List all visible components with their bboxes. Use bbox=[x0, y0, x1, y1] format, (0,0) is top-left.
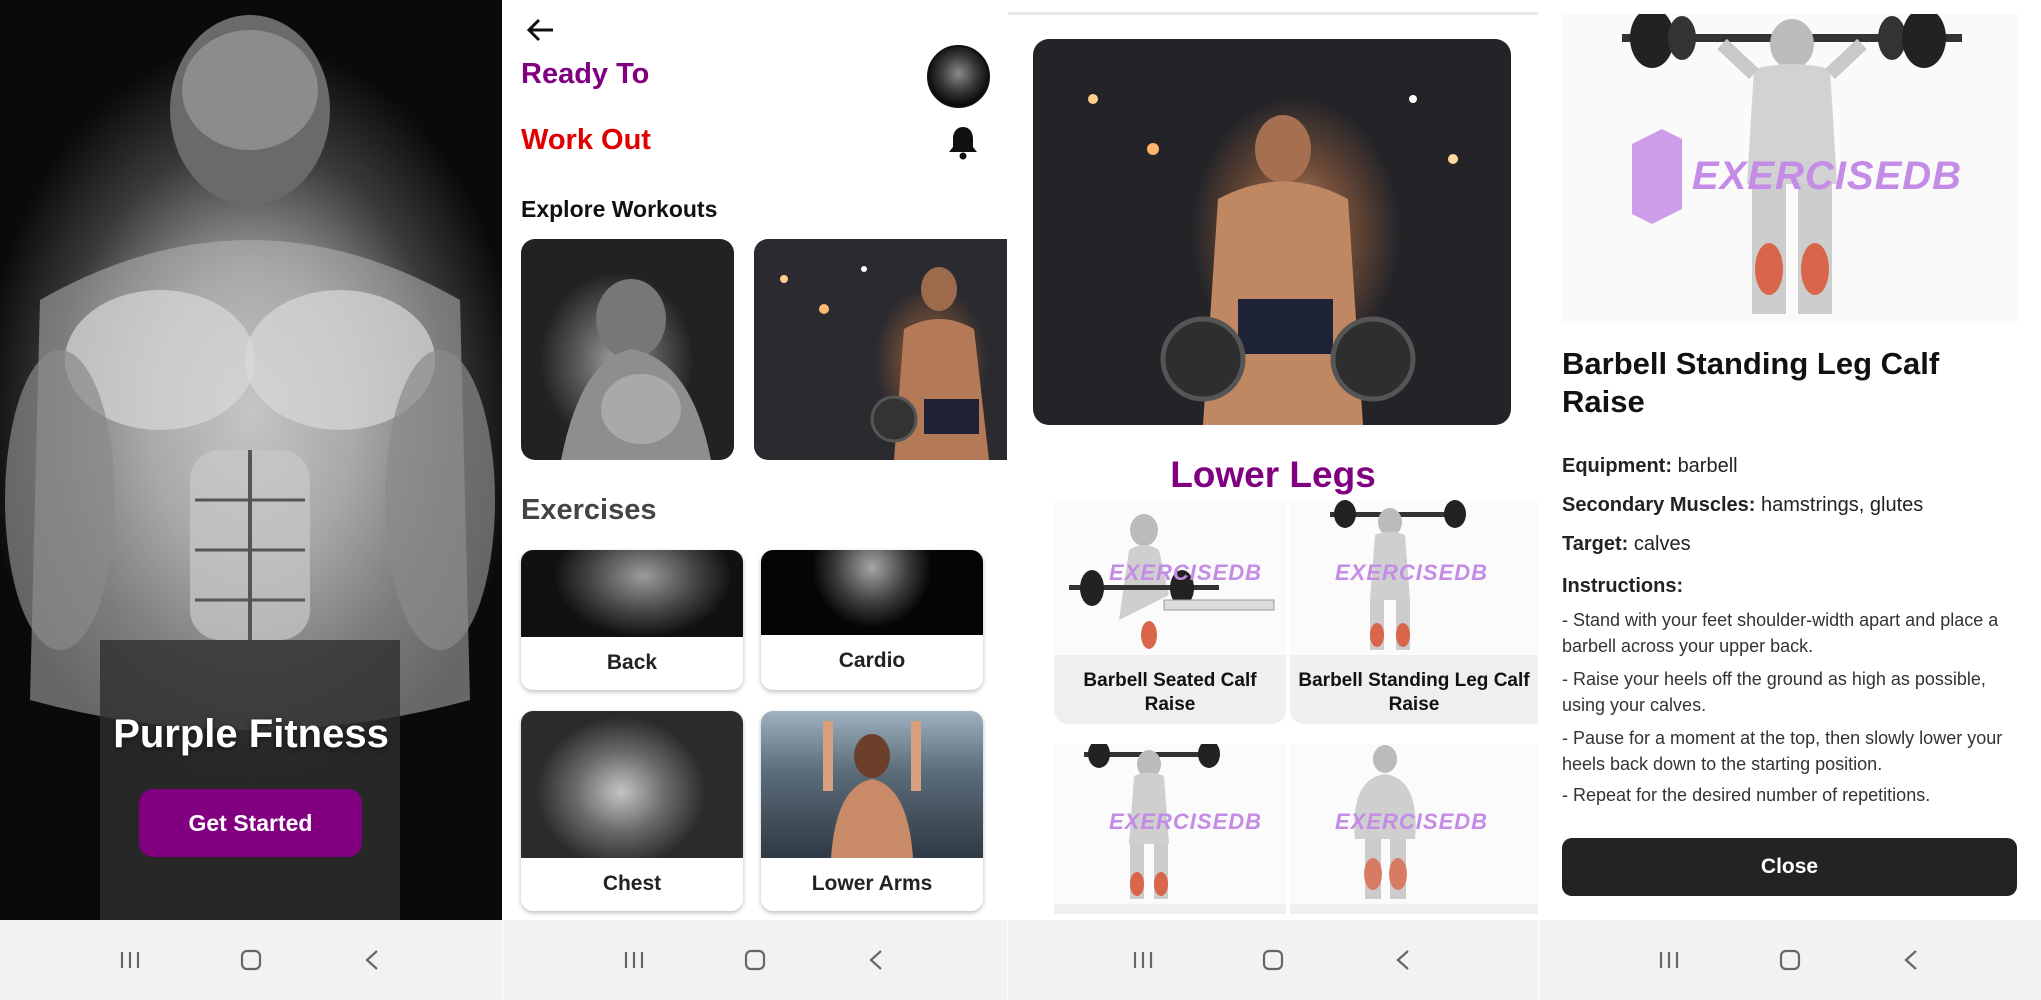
get-started-button[interactable]: Get Started bbox=[139, 789, 362, 857]
category-card[interactable]: Chest bbox=[521, 711, 743, 911]
category-title: Lower Legs bbox=[1170, 454, 1376, 495]
secondary-muscles-value: hamstrings, glutes bbox=[1760, 494, 1924, 516]
exercisedb-watermark: EXERCISEDB bbox=[1335, 560, 1489, 585]
equipment-value: barbell bbox=[1677, 455, 1738, 477]
home-screen: Ready To Work Out Explore Workouts Exerc… bbox=[503, 0, 1007, 1000]
exercise-image: EXERCISEDB bbox=[1054, 500, 1286, 655]
greeting-line1: Ready To bbox=[521, 58, 650, 90]
category-label: Chest bbox=[602, 872, 662, 895]
category-card[interactable]: Cardio bbox=[761, 550, 983, 690]
back-icon[interactable] bbox=[1383, 940, 1423, 980]
avatar[interactable] bbox=[927, 45, 990, 108]
exercisedb-watermark: EXERCISEDB bbox=[1335, 809, 1489, 834]
equipment-label: Equipment: bbox=[1562, 455, 1672, 477]
notification-bell-icon[interactable] bbox=[946, 124, 980, 160]
exercises-title: Exercises bbox=[521, 494, 657, 526]
exercise-image: EXERCISEDB bbox=[1054, 744, 1286, 904]
splash-screen: Purple Fitness Get Started bbox=[0, 0, 502, 1000]
category-card[interactable]: Lower Arms bbox=[761, 711, 983, 911]
explore-workouts-title: Explore Workouts bbox=[521, 196, 718, 222]
divider bbox=[1008, 12, 1538, 15]
instructions-heading: Instructions: bbox=[1562, 575, 1684, 597]
exercise-name: Barbell Seated Calf Raise bbox=[1083, 670, 1257, 715]
category-detail-screen: Lower Legs EXERCISEDB Barbell Seated Cal… bbox=[1008, 0, 1538, 1000]
home-icon[interactable] bbox=[231, 940, 271, 980]
exercise-detail-screen: EXERCISEDB Barbell Standing Leg Calf Rai… bbox=[1539, 0, 2041, 1000]
category-label: Cardio bbox=[838, 649, 906, 672]
exercise-tile[interactable]: EXERCISEDB Barbell Seated Calf Raise bbox=[1054, 500, 1286, 724]
exercise-tile[interactable]: EXERCISEDB bbox=[1290, 744, 1538, 914]
close-button[interactable]: Close bbox=[1562, 838, 2017, 896]
exercise-name: Barbell Standing Leg Calf Raise bbox=[1298, 670, 1530, 715]
app-title: Purple Fitness bbox=[113, 712, 389, 756]
exercisedb-watermark: EXERCISEDB bbox=[1109, 560, 1263, 585]
category-image bbox=[761, 711, 983, 858]
system-nav-bar bbox=[1539, 920, 2041, 1000]
category-label: Back bbox=[606, 651, 658, 674]
secondary-muscles-label: Secondary Muscles: bbox=[1562, 494, 1756, 516]
exercise-image: EXERCISEDB bbox=[1290, 500, 1538, 655]
category-label: Lower Arms bbox=[811, 872, 933, 895]
category-hero-image bbox=[1033, 39, 1511, 425]
category-image bbox=[521, 550, 743, 637]
recent-apps-icon[interactable] bbox=[614, 940, 654, 980]
instruction-step: - Stand with your feet shoulder-width ap… bbox=[1562, 610, 1999, 656]
target-value: calves bbox=[1633, 533, 1691, 555]
system-nav-bar bbox=[1008, 920, 1538, 1000]
exercise-tile[interactable]: EXERCISEDB Barbell Standing Leg Calf Rai… bbox=[1290, 500, 1538, 724]
workout-card[interactable] bbox=[754, 239, 1007, 460]
category-image bbox=[761, 550, 983, 635]
category-image bbox=[521, 711, 743, 858]
back-icon[interactable] bbox=[1891, 940, 1931, 980]
exercise-image: EXERCISEDB bbox=[1290, 744, 1538, 904]
recent-apps-icon[interactable] bbox=[1123, 940, 1163, 980]
secondary-muscles-row: Secondary Muscles: hamstrings, glutes bbox=[1562, 494, 1923, 517]
target-row: Target: calves bbox=[1562, 533, 1691, 556]
back-icon[interactable] bbox=[856, 940, 896, 980]
target-label: Target: bbox=[1562, 533, 1629, 555]
back-arrow-icon[interactable] bbox=[523, 12, 559, 48]
exercisedb-watermark: EXERCISEDB bbox=[1109, 809, 1263, 834]
exercise-demo-image: EXERCISEDB bbox=[1562, 14, 2018, 324]
greeting-line2: Work Out bbox=[521, 124, 651, 156]
exercise-title: Barbell Standing Leg Calf Raise bbox=[1562, 346, 1940, 419]
home-icon[interactable] bbox=[1253, 940, 1293, 980]
exercisedb-watermark: EXERCISEDB bbox=[1692, 154, 1963, 198]
system-nav-bar bbox=[503, 920, 1007, 1000]
home-icon[interactable] bbox=[735, 940, 775, 980]
category-card[interactable]: Back bbox=[521, 550, 743, 690]
instruction-step: - Pause for a moment at the top, then sl… bbox=[1562, 728, 2003, 774]
exercise-tile[interactable]: EXERCISEDB bbox=[1054, 744, 1286, 914]
hero-bodybuilder-image bbox=[0, 0, 502, 920]
instruction-step: - Raise your heels off the ground as hig… bbox=[1562, 669, 1986, 715]
back-icon[interactable] bbox=[352, 940, 392, 980]
equipment-row: Equipment: barbell bbox=[1562, 455, 1738, 478]
recent-apps-icon[interactable] bbox=[1649, 940, 1689, 980]
home-icon[interactable] bbox=[1770, 940, 1810, 980]
instruction-step: - Repeat for the desired number of repet… bbox=[1562, 785, 1931, 805]
system-nav-bar bbox=[0, 920, 502, 1000]
recent-apps-icon[interactable] bbox=[110, 940, 150, 980]
workout-card[interactable] bbox=[521, 239, 734, 460]
